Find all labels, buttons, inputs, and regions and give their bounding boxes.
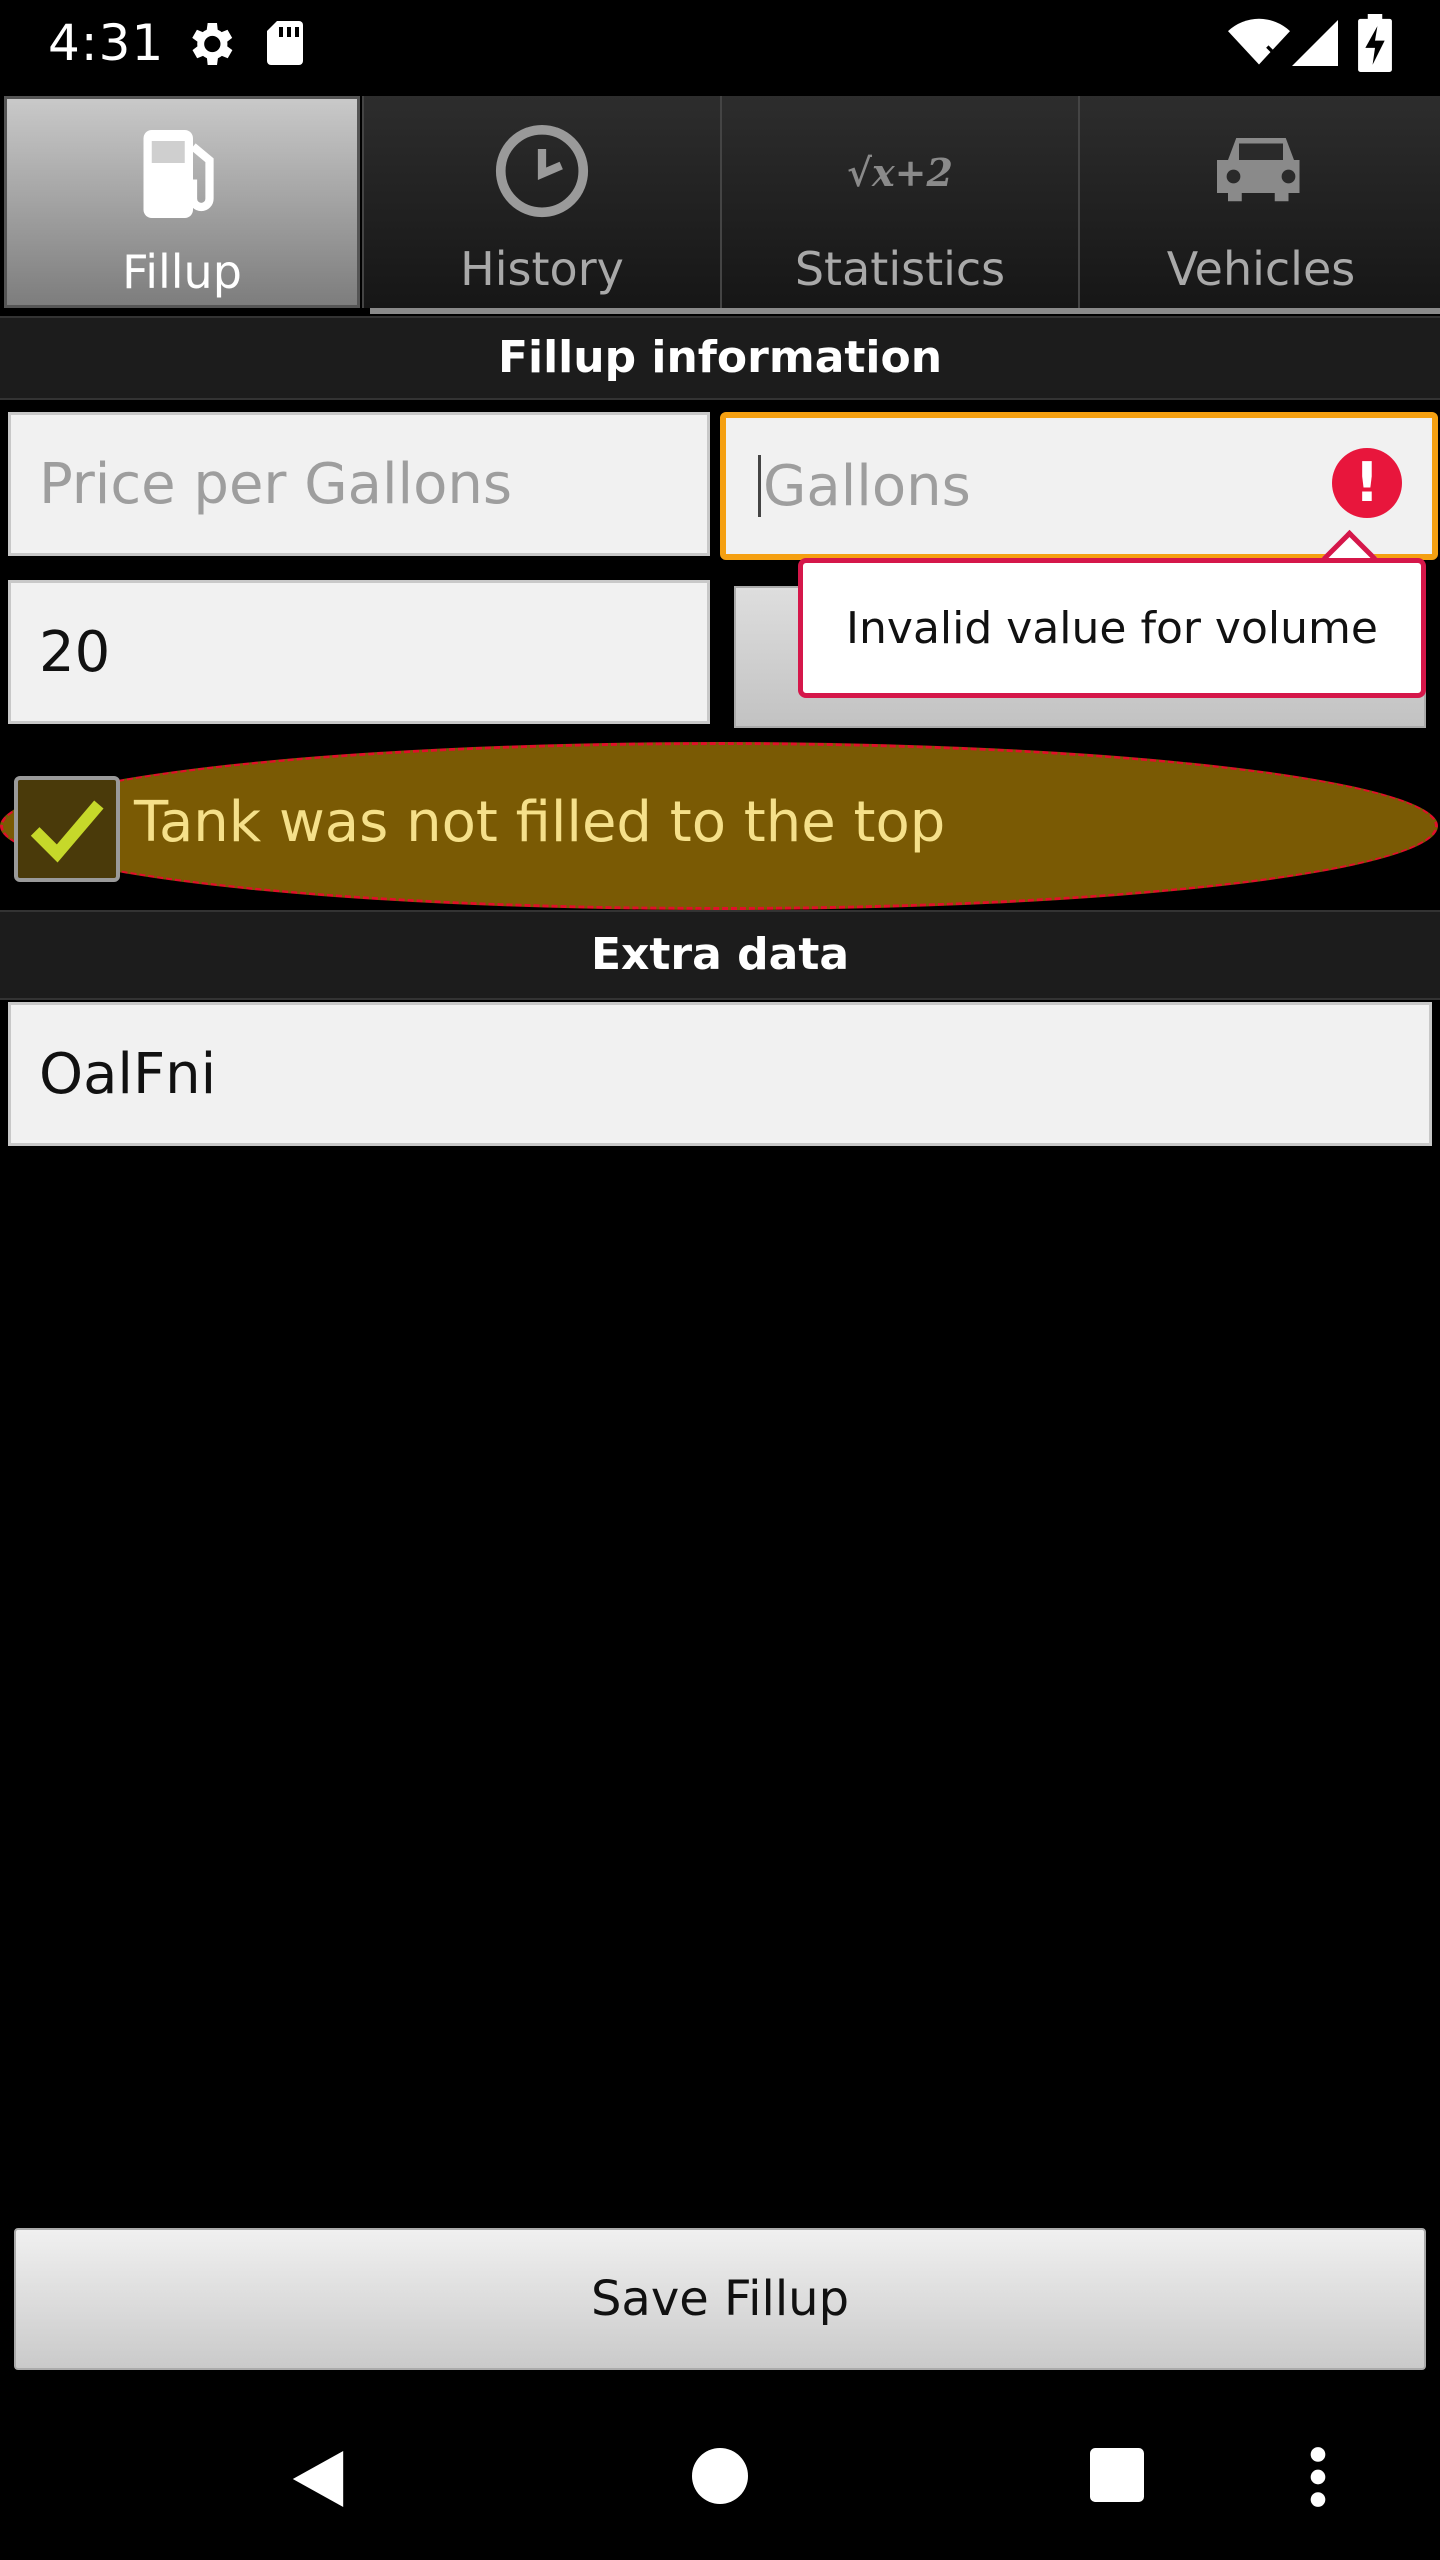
tab-statistics[interactable]: √x+2 Statistics bbox=[720, 96, 1078, 308]
settings-gear-icon bbox=[192, 23, 233, 65]
gallons-input[interactable]: Gallons bbox=[720, 412, 1438, 560]
odometer-value: 20 bbox=[39, 619, 111, 685]
gallons-placeholder: Gallons bbox=[763, 453, 971, 519]
comment-input[interactable]: OalFni bbox=[8, 1002, 1432, 1146]
recents-icon[interactable] bbox=[1090, 2448, 1144, 2502]
price-placeholder: Price per Gallons bbox=[39, 451, 512, 517]
tab-bar: Fillup History √x+2 Statistics Vehicles bbox=[0, 96, 1440, 318]
navigation-bar bbox=[0, 2400, 1440, 2560]
odometer-input[interactable]: 20 bbox=[8, 580, 710, 724]
comment-value: OalFni bbox=[39, 1041, 217, 1107]
error-icon[interactable]: ! bbox=[1332, 448, 1402, 518]
home-icon[interactable] bbox=[692, 2448, 748, 2504]
tab-label: Vehicles bbox=[1166, 242, 1356, 296]
tab-vehicles[interactable]: Vehicles bbox=[1078, 96, 1440, 308]
tank-not-full-checkbox[interactable] bbox=[14, 776, 120, 882]
sqrt-formula-icon: √x+2 bbox=[847, 150, 953, 195]
fillup-information-header: Fillup information bbox=[0, 316, 1440, 400]
tab-label: Fillup bbox=[122, 245, 242, 299]
extra-data-header: Extra data bbox=[0, 910, 1440, 1000]
save-fillup-button[interactable]: Save Fillup bbox=[14, 2228, 1426, 2370]
tab-label: History bbox=[460, 242, 624, 296]
price-per-gallon-input[interactable]: Price per Gallons bbox=[8, 412, 710, 556]
error-tooltip: Invalid value for volume bbox=[798, 558, 1426, 698]
battery-charging-icon bbox=[1358, 14, 1392, 72]
status-time: 4:31 bbox=[48, 14, 165, 72]
status-bar: 4:31 bbox=[0, 0, 1440, 88]
cell-signal-icon bbox=[1292, 20, 1338, 66]
tab-underline bbox=[370, 308, 1440, 314]
back-icon[interactable] bbox=[290, 2448, 346, 2510]
tab-label: Statistics bbox=[794, 242, 1006, 296]
text-cursor bbox=[758, 455, 761, 517]
tab-history[interactable]: History bbox=[362, 96, 720, 308]
more-options-icon[interactable] bbox=[1306, 2446, 1330, 2508]
tank-not-full-label[interactable]: Tank was not filled to the top bbox=[134, 790, 945, 855]
tab-fillup[interactable]: Fillup bbox=[4, 96, 360, 308]
error-message: Invalid value for volume bbox=[846, 602, 1378, 654]
wifi-icon bbox=[1228, 18, 1290, 65]
car-icon bbox=[1217, 138, 1300, 202]
sd-card-icon bbox=[267, 21, 303, 65]
clock-icon bbox=[495, 124, 589, 218]
fuel-pump-icon bbox=[143, 130, 214, 218]
checkmark-icon bbox=[30, 800, 104, 863]
